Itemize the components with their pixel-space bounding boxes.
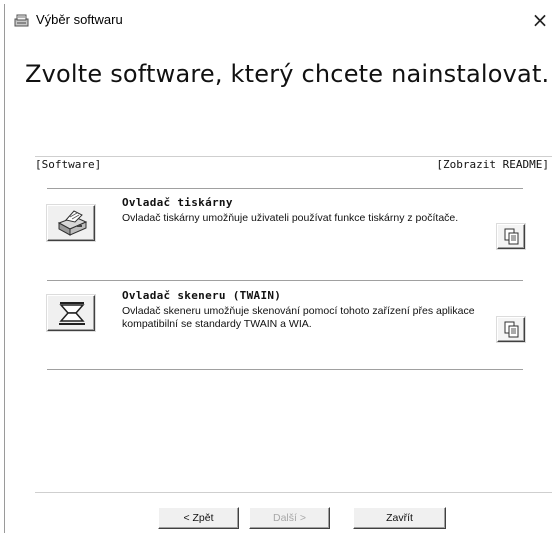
software-setup-icon xyxy=(13,13,31,29)
install-scanner-driver-button[interactable] xyxy=(47,295,95,331)
close-icon[interactable]: × xyxy=(528,8,552,32)
back-button[interactable]: < Zpět xyxy=(158,507,239,529)
divider xyxy=(47,280,523,281)
software-item-scanner-driver: Ovladač skeneru (TWAIN) Ovladač skeneru … xyxy=(47,289,525,365)
software-title: Ovladač skeneru (TWAIN) xyxy=(122,289,282,302)
title-bar: Výběr softwaru × xyxy=(5,4,555,38)
software-description: Ovladač skeneru umožňuje skenování pomoc… xyxy=(122,305,475,330)
footer-divider xyxy=(35,492,552,493)
setup-window: Výběr softwaru × Zvolte software, který … xyxy=(4,4,555,533)
readme-button-scanner-driver[interactable] xyxy=(497,317,525,342)
page-title: Zvolte software, který chcete nainstalov… xyxy=(25,60,550,88)
software-item-printer-driver: Ovladač tiskárny Ovladač tiskárny umožňu… xyxy=(47,196,525,276)
divider xyxy=(47,369,523,370)
software-title: Ovladač tiskárny xyxy=(122,196,233,209)
divider xyxy=(35,156,552,157)
window-title: Výběr softwaru xyxy=(36,12,123,27)
software-section-label: [Software] xyxy=(35,158,102,171)
next-button[interactable]: Další > xyxy=(249,507,330,529)
readme-section-label: [Zobrazit README] xyxy=(436,158,549,171)
readme-button-printer-driver[interactable] xyxy=(497,224,525,249)
install-printer-driver-button[interactable] xyxy=(47,205,95,241)
divider xyxy=(47,188,523,189)
software-description: Ovladač tiskárny umožňuje uživateli použ… xyxy=(122,212,459,224)
close-button[interactable]: Zavřít xyxy=(353,507,446,529)
